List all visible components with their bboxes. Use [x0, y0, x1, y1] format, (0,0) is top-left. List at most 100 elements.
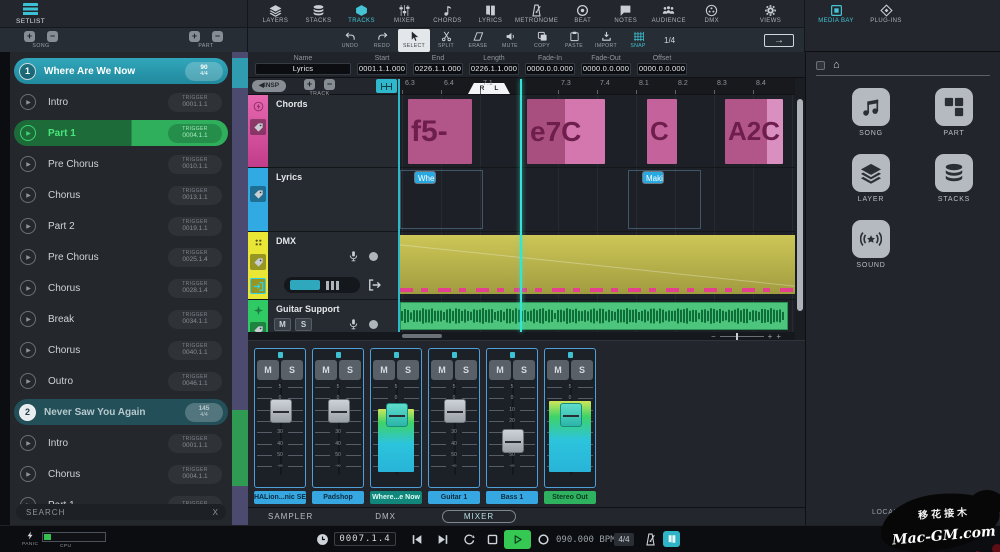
- tool-select[interactable]: SELECT: [398, 29, 430, 52]
- setlist-item-chorus[interactable]: ▶ChorusTRIGGER0004.1.1: [14, 461, 228, 487]
- track-header-chords[interactable]: Chords: [248, 95, 400, 167]
- monitor-mic-icon[interactable]: [348, 250, 359, 262]
- tag-icon[interactable]: [250, 186, 266, 202]
- media-bay-part[interactable]: PART: [922, 88, 986, 137]
- tempo-display[interactable]: 090.000 BPM: [556, 535, 616, 545]
- time-signature-display[interactable]: 4/4: [614, 533, 634, 546]
- setlist-item-pre-chorus[interactable]: ▶Pre ChorusTRIGGER0025.1.4: [14, 244, 228, 270]
- channel-mute-button[interactable]: M: [547, 360, 569, 380]
- skip-back-button[interactable]: [410, 533, 423, 546]
- lyric-event[interactable]: Where are we now: [400, 170, 483, 229]
- channel-fader[interactable]: 501020304050-∞: [431, 383, 477, 475]
- record-button[interactable]: [537, 533, 550, 546]
- tool-snap[interactable]: SNAP: [622, 29, 654, 52]
- play-part-icon[interactable]: ▶: [20, 311, 36, 327]
- track-header-lyrics[interactable]: Lyrics: [248, 168, 400, 231]
- tool-split[interactable]: SPLIT: [430, 29, 462, 52]
- inspector-value-start[interactable]: 0001.1.1.000: [357, 63, 407, 75]
- track-header-dmx[interactable]: DMX: [248, 232, 400, 299]
- fader-cap[interactable]: [386, 403, 408, 427]
- media-bay-layer[interactable]: LAYER: [839, 154, 903, 203]
- chord-event-a2c[interactable]: A2C: [725, 99, 783, 164]
- setlist-scroll-strip[interactable]: [232, 52, 248, 525]
- channel-mute-button[interactable]: M: [373, 360, 395, 380]
- channel-solo-button[interactable]: S: [513, 360, 535, 380]
- time-position-display[interactable]: 0007.1.4: [334, 532, 396, 546]
- toolbar-views[interactable]: VIEWS: [749, 1, 792, 27]
- setlist-item-chorus[interactable]: ▶ChorusTRIGGER0028.1.4: [14, 275, 228, 301]
- hscroll-thumb[interactable]: [402, 334, 442, 338]
- timeline-ruler[interactable]: R L 6.36.47.17.37.48.18.28.38.4: [400, 78, 795, 95]
- monitor-mic-icon[interactable]: [348, 318, 359, 330]
- mixer-channel-padshop[interactable]: MS501020304050-∞: [312, 348, 364, 488]
- chord-pad-icon[interactable]: [250, 98, 266, 114]
- lyrics-lane[interactable]: Where are we nowMaking us ever last: [400, 168, 795, 231]
- channel-fader[interactable]: 501020304050-∞: [315, 383, 361, 475]
- add-part-button[interactable]: +: [189, 31, 200, 42]
- output-routing-icon[interactable]: [368, 278, 382, 292]
- inspector-value-name[interactable]: Lyrics: [255, 63, 351, 75]
- setlist-item-pre-chorus[interactable]: ▶Pre ChorusTRIGGER0010.1.1: [14, 151, 228, 177]
- setlist-item-part-1[interactable]: ▶Part 1TRIGGER: [14, 492, 228, 504]
- skip-forward-button[interactable]: [437, 533, 450, 546]
- fader-cap[interactable]: [328, 399, 350, 423]
- vertical-scrollbar[interactable]: [797, 99, 803, 311]
- channel-fader[interactable]: 501020304050-∞: [373, 383, 419, 475]
- tool-paste[interactable]: PASTE: [558, 29, 590, 52]
- play-part-icon[interactable]: ▶: [20, 466, 36, 482]
- play-part-icon[interactable]: ▶: [20, 497, 36, 504]
- tab-sampler[interactable]: SAMPLER: [268, 512, 313, 521]
- remove-song-button[interactable]: −: [47, 31, 58, 42]
- toolbar-layers[interactable]: LAYERS: [254, 1, 297, 27]
- inspector-value-end[interactable]: 0226.1.1.000: [413, 63, 463, 75]
- search-input[interactable]: [24, 507, 213, 518]
- play-part-icon[interactable]: ▶: [20, 125, 36, 141]
- play-part-icon[interactable]: ▶: [20, 373, 36, 389]
- mixer-channel-guitar-1[interactable]: MS501020304050-∞: [428, 348, 480, 488]
- tool-import[interactable]: IMPORT: [590, 29, 622, 52]
- tab-dmx[interactable]: DMX: [375, 512, 396, 521]
- playhead-cursor[interactable]: [520, 79, 522, 332]
- media-bay-song[interactable]: SONG: [839, 88, 903, 137]
- setlist-item-break[interactable]: ▶BreakTRIGGER0034.1.1: [14, 306, 228, 332]
- zoom-controls[interactable]: − + +: [711, 332, 781, 340]
- inspector-value-fade-in[interactable]: 0000.0.0.000: [525, 63, 575, 75]
- add-track-button[interactable]: +: [304, 79, 315, 90]
- mixer-channel-halion-nic-se[interactable]: MS501020304050-∞: [254, 348, 306, 488]
- dmx-event[interactable]: [400, 235, 795, 294]
- chords-lane[interactable]: f5-e7CCA2C: [400, 95, 795, 167]
- fader-cap[interactable]: [560, 403, 582, 427]
- tag-icon[interactable]: [250, 254, 266, 270]
- panic-button[interactable]: PANIC: [22, 530, 38, 547]
- audio-event-waveform[interactable]: [400, 302, 788, 330]
- fader-cap[interactable]: [502, 429, 524, 453]
- setlist-item-intro[interactable]: ▶IntroTRIGGER0001.1.1: [14, 89, 228, 115]
- mixer-channel-where-e-now[interactable]: MS501020304050-∞: [370, 348, 422, 488]
- tool-copy[interactable]: COPY: [526, 29, 558, 52]
- toolbar-lyrics[interactable]: LYRICS: [469, 1, 512, 27]
- tab-mixer[interactable]: MIXER: [442, 510, 516, 523]
- tool-mute[interactable]: MUTE: [494, 29, 526, 52]
- toolbar-dmx[interactable]: DMX: [690, 1, 733, 27]
- remove-track-button[interactable]: −: [324, 79, 335, 90]
- track-header-guitar[interactable]: Guitar Support M S: [248, 300, 400, 332]
- setlist-item-part-1[interactable]: ▶Part 1TRIGGER0004.1.1: [14, 120, 228, 146]
- record-enable-button[interactable]: [369, 252, 378, 261]
- local-toggle[interactable]: [904, 506, 934, 519]
- toolbar-plug-ins[interactable]: PLUG-INS: [861, 1, 911, 27]
- slider-grip[interactable]: [326, 281, 339, 290]
- search-close-button[interactable]: X: [213, 508, 218, 517]
- channel-mute-button[interactable]: M: [257, 360, 279, 380]
- play-part-icon[interactable]: ▶: [20, 435, 36, 451]
- lyrics-view-button[interactable]: [663, 531, 680, 547]
- toolbar-media-bay[interactable]: MEDIA BAY: [811, 1, 861, 27]
- channel-fader[interactable]: 501020304050-∞: [547, 383, 593, 475]
- home-icon[interactable]: ⌂: [833, 60, 840, 71]
- remove-part-button[interactable]: −: [212, 31, 223, 42]
- chord-event-c[interactable]: C: [647, 99, 677, 164]
- play-part-icon[interactable]: ▶: [20, 249, 36, 265]
- toolbar-beat[interactable]: BEAT: [561, 1, 604, 27]
- play-part-icon[interactable]: ▶: [20, 156, 36, 172]
- toolbar-stacks[interactable]: STACKS: [297, 1, 340, 27]
- loop-button[interactable]: [463, 533, 476, 546]
